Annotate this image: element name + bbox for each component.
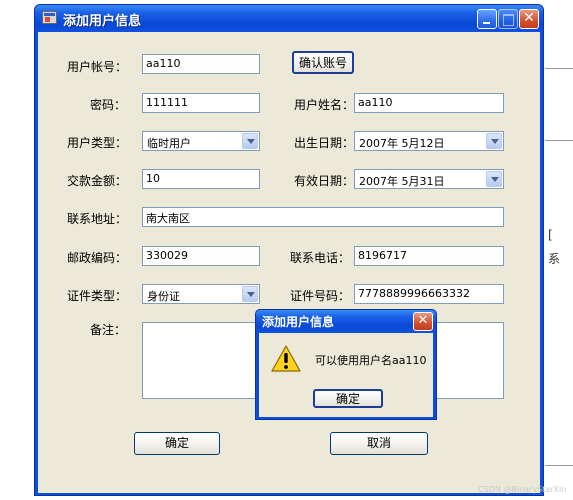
watermark: CSDN @BinaryStarXin [478,485,567,494]
usertype-value: 临时用户 [147,137,191,150]
background-text-1: [ [548,228,553,242]
confirm-account-button[interactable]: 确认账号 [292,51,354,74]
payment-label: 交款金额： [67,174,128,188]
dialog-ok-button[interactable]: 确定 [313,389,383,408]
payment-input[interactable]: 10 [142,169,260,189]
cancel-button[interactable]: 取消 [330,432,428,455]
password-label: 密码： [90,98,127,112]
dialog-title: 添加用户信息 [262,315,335,329]
username-input[interactable]: aa110 [354,93,504,113]
idnumber-input[interactable]: 7778889996663332 [354,284,504,304]
background-line-bottom [545,465,573,466]
valid-date-picker[interactable]: 2007年 5月31日 [354,169,504,189]
usertype-select[interactable]: 临时用户 [142,131,260,151]
ok-button[interactable]: 确定 [134,432,220,455]
background-line-top [545,68,573,69]
birth-date-dropdown-arrow-icon[interactable] [486,133,502,149]
idtype-value: 身份证 [147,290,180,303]
idtype-label: 证件类型： [67,289,128,303]
address-input[interactable]: 南大南区 [142,207,504,227]
usertype-label: 用户类型： [67,136,128,150]
usertype-dropdown-arrow-icon[interactable] [242,133,258,149]
phone-input[interactable]: 8196717 [354,246,504,266]
dialog-close-button[interactable]: ✕ [413,312,433,331]
close-button[interactable]: ✕ [519,9,539,29]
add-user-window: 添加用户信息 ✕ 用户帐号： aa110 确认账号 密码： 111111 用户姓… [34,4,544,496]
idnumber-label: 证件号码： [290,289,351,303]
minimize-button[interactable] [477,9,497,29]
valid-date-dropdown-arrow-icon[interactable] [486,171,502,187]
app-icon [42,11,57,24]
window-title: 添加用户信息 [63,14,142,29]
birth-date-picker[interactable]: 2007年 5月12日 [354,131,504,151]
phone-label: 联系电话： [290,251,351,265]
maximize-button [498,9,518,29]
account-input[interactable]: aa110 [142,54,260,74]
dialog-message: 可以使用用户名aa110 [315,354,427,367]
account-label: 用户帐号： [67,60,128,74]
background-line-mid [545,140,573,141]
address-label: 联系地址： [67,212,128,226]
username-label: 用户姓名： [294,98,355,112]
warning-icon [271,345,301,372]
dialog-body: 可以使用用户名aa110 确定 [259,333,433,417]
message-dialog: 添加用户信息 ✕ 可以使用用户名aa110 确定 [255,309,437,420]
idtype-dropdown-arrow-icon[interactable] [242,286,258,302]
birth-label: 出生日期： [294,136,355,150]
postcode-input[interactable]: 330029 [142,246,260,266]
form-area: 用户帐号： aa110 确认账号 密码： 111111 用户姓名： aa110 … [38,32,540,493]
password-input[interactable]: 111111 [142,93,260,113]
dialog-titlebar[interactable]: 添加用户信息 ✕ [256,310,436,333]
valid-date-value: 2007年 5月31日 [359,175,445,188]
window-titlebar[interactable]: 添加用户信息 ✕ [35,5,543,32]
background-text-2: 系 [548,252,561,266]
postcode-label: 邮政编码： [67,251,128,265]
birth-date-value: 2007年 5月12日 [359,137,445,150]
remark-label: 备注： [90,323,127,337]
idtype-select[interactable]: 身份证 [142,284,260,304]
valid-date-label: 有效日期： [294,174,355,188]
